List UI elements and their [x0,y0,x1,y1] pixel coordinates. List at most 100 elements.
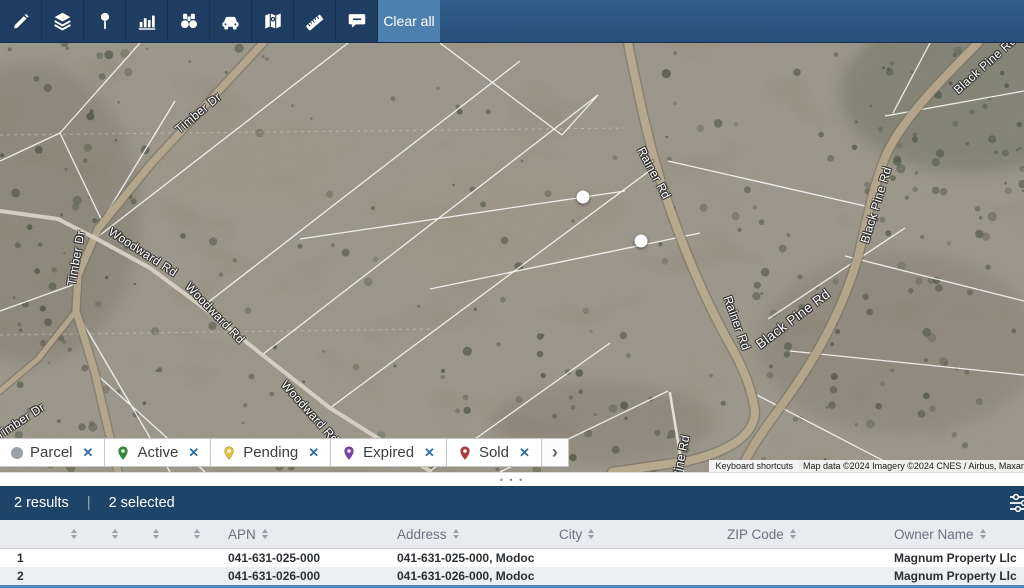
cell-zip [713,567,880,585]
filter-chip-label: Expired [363,444,414,461]
pin-icon [222,445,236,461]
col-header-sort-3[interactable] [132,520,173,548]
ruler-icon [304,11,325,32]
sort-icon [980,529,986,539]
pin-icon [95,11,115,31]
cell-empty [132,567,173,585]
road-label: Woodward Rd [278,378,341,446]
road-label: Woodward Rd [182,280,247,347]
cell-apn: 041-631-026-000 [214,567,383,585]
col-header-address[interactable]: Address [383,520,545,548]
pin-icon [342,445,356,461]
cell-city [545,549,713,567]
filter-chip-active[interactable]: Active ✕ [104,438,211,467]
road-label: Timber Dr [0,400,47,442]
filter-more-chip[interactable]: › [541,438,569,467]
toolbar-button-chart[interactable] [126,0,168,42]
filter-chip-label: Active [137,444,178,461]
panel-resize-handle[interactable]: • • • [0,472,1024,486]
binoculars-icon [179,11,199,31]
road-label: Black Pine Rd [858,165,895,245]
clear-all-button[interactable]: Clear all [378,0,440,42]
filter-chip-sold[interactable]: Sold✕ [446,438,542,467]
keyboard-shortcuts-link[interactable]: Keyboard shortcuts [709,460,799,472]
col-header-label: Owner Name [894,527,974,542]
map-canvas[interactable]: Timber DrTimber DrTimber DrWoodward RdWo… [0,43,1024,472]
cell-apn: 041-631-025-000 [214,549,383,567]
map-marker[interactable] [577,191,590,204]
map-marker[interactable] [635,235,648,248]
table-body: 1 041-631-025-000041-631-025-000, Modoc Ma… [0,549,1024,585]
filter-settings-icon[interactable] [1008,493,1024,517]
cell-owner: Magnum Property Llc [880,567,1024,585]
road-label: Pine Rd [669,434,692,472]
resize-dots: • • • [500,477,524,483]
col-header-owner-name[interactable]: Owner Name [880,520,1024,548]
col-header-apn[interactable]: APN [214,520,383,548]
col-header-sort-0 [0,520,50,548]
cell-empty [91,567,132,585]
road-label: Rainer Rd [721,294,754,352]
filter-chip-label: Parcel [30,444,73,461]
col-header-sort-4[interactable] [173,520,214,548]
col-header-label: APN [228,527,256,542]
toolbar-button-search-area[interactable] [168,0,210,42]
filter-chip-expired[interactable]: Expired ✕ [330,438,447,467]
filter-chip-label: Pending [243,444,298,461]
chart-icon [137,11,157,31]
filter-chip-pending[interactable]: Pending ✕ [210,438,331,467]
cell-empty [132,549,173,567]
sort-icon [153,529,159,539]
col-header-sort-2[interactable] [91,520,132,548]
cell-num: 2 [0,567,50,585]
sort-icon [790,529,796,539]
close-icon[interactable]: ✕ [83,445,94,461]
toolbar-button-layers[interactable] [42,0,84,42]
road-label: Black Pine Rd [753,286,833,351]
toolbar-button-driving[interactable] [210,0,252,42]
cell-num: 1 [0,549,50,567]
sort-icon [453,529,459,539]
chat-icon [347,11,367,31]
col-header-zip-code[interactable]: ZIP Code [713,520,880,548]
road-label: Timber Dr [64,229,87,286]
col-header-label: ZIP Code [727,527,784,542]
sort-icon [262,529,268,539]
results-divider: | [87,495,91,511]
sort-icon [71,529,77,539]
col-header-label: City [559,527,582,542]
close-icon[interactable]: ✕ [424,445,435,461]
toolbar-button-measure[interactable] [294,0,336,42]
toolbar-fill [440,0,1024,42]
toolbar-button-map[interactable] [252,0,294,42]
col-header-city[interactable]: City [545,520,713,548]
filter-chip-parcel[interactable]: Parcel ✕ [0,438,105,467]
pin-icon [458,445,472,461]
sort-icon [194,529,200,539]
close-icon[interactable]: ✕ [519,445,530,461]
map-overlay: Timber DrTimber DrTimber DrWoodward RdWo… [0,43,1024,472]
cell-address: 041-631-026-000, Modoc [383,567,545,585]
sort-icon [112,529,118,539]
map-attribution: Keyboard shortcuts Map data ©2024 Imager… [709,460,1024,472]
app: { "toolbar": { "clear_all_label": "Clear… [0,0,1024,585]
cell-address: 041-631-025-000, Modoc [383,549,545,567]
table-row[interactable]: 1 041-631-025-000041-631-025-000, Modoc Ma… [0,549,1024,567]
toolbar-button-comments[interactable] [336,0,378,42]
pencil-icon [11,11,31,31]
cell-empty [173,549,214,567]
cell-owner: Magnum Property Llc [880,549,1024,567]
map-icon [263,11,283,31]
filter-chips-row: Parcel✕Active✕Pending✕Expired✕Sold✕› [0,438,569,467]
car-icon [220,11,241,32]
table-row[interactable]: 2 041-631-026-000041-631-026-000, Modoc Ma… [0,567,1024,585]
pin-icon [116,445,130,461]
selected-count: 2 selected [109,495,175,511]
toolbar-button-pin[interactable] [84,0,126,42]
col-header-sort-1[interactable] [50,520,91,548]
road-label: Rainer Rd [635,145,674,202]
toolbar-button-draw[interactable] [0,0,42,42]
close-icon[interactable]: ✕ [308,445,319,461]
circle-icon [11,447,23,459]
close-icon[interactable]: ✕ [188,445,199,461]
